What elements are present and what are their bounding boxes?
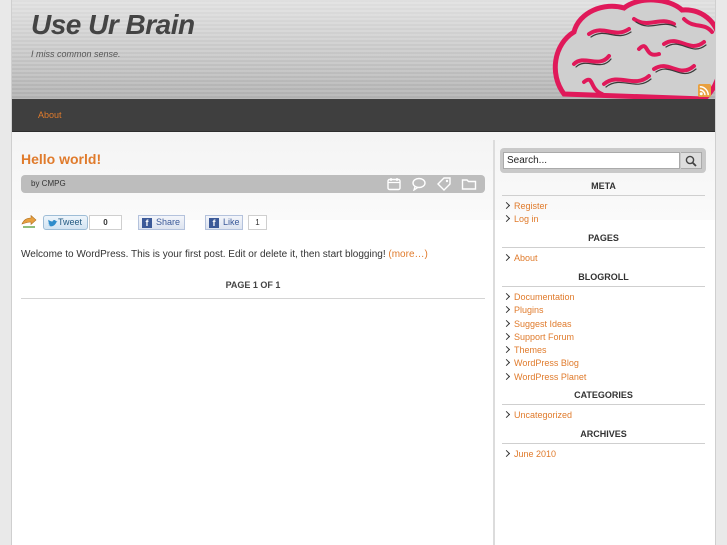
share-buttons-row: Tweet 0 f Share f Like 1 xyxy=(21,214,481,232)
widget-categories: CATEGORIES Uncategorized xyxy=(502,390,705,422)
share-arrow-icon xyxy=(21,215,37,228)
widget-archives: ARCHIVES June 2010 xyxy=(502,429,705,461)
list-item[interactable]: Themes xyxy=(502,344,705,357)
list-item[interactable]: Plugins xyxy=(502,304,705,317)
pagination: PAGE 1 OF 1 xyxy=(21,280,485,299)
twitter-bird-icon xyxy=(48,219,58,227)
widget-title: PAGES xyxy=(502,233,705,248)
site-description: I miss common sense. xyxy=(31,49,121,59)
search-button[interactable] xyxy=(681,152,702,169)
list-item[interactable]: Register xyxy=(502,200,705,213)
nav-item-about[interactable]: About xyxy=(38,110,62,120)
widget-blogroll: BLOGROLL Documentation Plugins Suggest I… xyxy=(502,272,705,384)
list-item[interactable]: WordPress Blog xyxy=(502,357,705,370)
column-divider xyxy=(493,140,495,545)
search-form xyxy=(500,148,706,173)
list-item[interactable]: About xyxy=(502,252,705,265)
widget-title: ARCHIVES xyxy=(502,429,705,444)
list-item[interactable]: Log in xyxy=(502,213,705,226)
post-author: by CMPG xyxy=(31,179,66,188)
widget-title: META xyxy=(502,181,705,196)
comment-icon[interactable] xyxy=(411,177,427,191)
widget-title: CATEGORIES xyxy=(502,390,705,405)
post-excerpt-text: Welcome to WordPress. This is your first… xyxy=(21,249,386,260)
facebook-share-label: Share xyxy=(156,217,181,227)
widget-title: BLOGROLL xyxy=(502,272,705,287)
site-header: Use Ur Brain I miss common sense. xyxy=(12,0,715,99)
facebook-share-button[interactable]: f Share xyxy=(138,215,185,230)
rss-feed-icon[interactable] xyxy=(698,84,711,97)
post-excerpt: Welcome to WordPress. This is your first… xyxy=(21,249,428,260)
list-item[interactable]: Uncategorized xyxy=(502,409,705,422)
read-more-link[interactable]: (more…) xyxy=(388,249,427,260)
folder-icon[interactable] xyxy=(461,177,477,191)
search-input[interactable] xyxy=(503,152,680,169)
list-item[interactable]: WordPress Planet xyxy=(502,371,705,384)
facebook-like-count: 1 xyxy=(248,215,267,230)
widget-pages: PAGES About xyxy=(502,233,705,265)
list-item[interactable]: Documentation xyxy=(502,291,705,304)
facebook-like-button[interactable]: f Like xyxy=(205,215,243,230)
list-item[interactable]: Support Forum xyxy=(502,331,705,344)
search-icon xyxy=(685,155,697,167)
calendar-icon xyxy=(387,178,401,191)
tag-icon[interactable] xyxy=(436,177,452,191)
post-meta-icons xyxy=(386,177,477,191)
page: Use Ur Brain I miss common sense. About … xyxy=(11,0,716,545)
tweet-count: 0 xyxy=(89,215,122,230)
main-nav: About xyxy=(12,99,715,132)
list-item[interactable]: Suggest Ideas xyxy=(502,318,705,331)
brain-logo-icon xyxy=(552,0,715,99)
post-title[interactable]: Hello world! xyxy=(21,151,101,167)
tweet-label: Tweet xyxy=(58,217,83,227)
facebook-icon: f xyxy=(142,218,152,228)
post-meta-bar: by CMPG xyxy=(21,175,485,193)
list-item[interactable]: June 2010 xyxy=(502,448,705,461)
facebook-icon: f xyxy=(209,218,219,228)
widget-meta: META Register Log in xyxy=(502,181,705,227)
tweet-button[interactable]: Tweet xyxy=(43,215,88,230)
facebook-like-label: Like xyxy=(223,217,240,227)
site-title[interactable]: Use Ur Brain xyxy=(31,9,195,41)
